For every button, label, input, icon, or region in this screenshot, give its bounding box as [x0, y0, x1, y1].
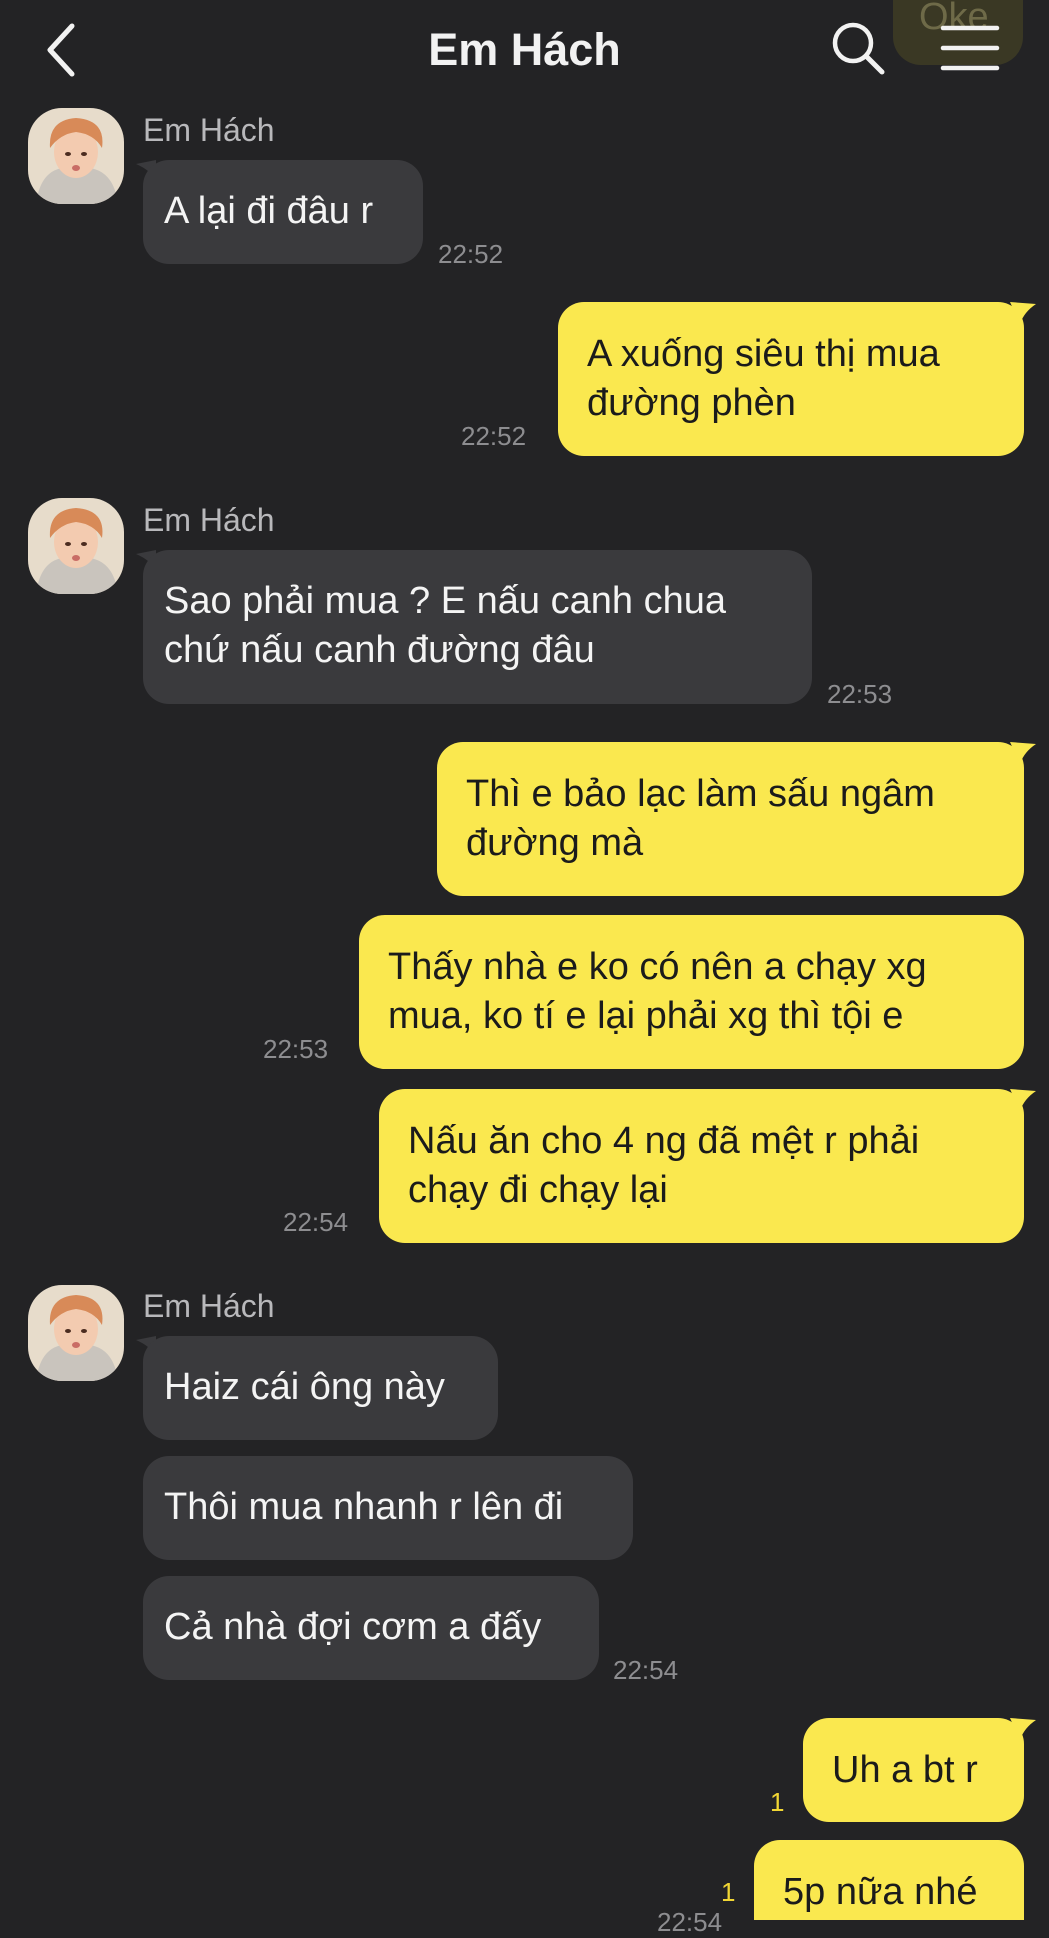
message-line: A xuống siêu thị mua — [587, 333, 940, 375]
avatar[interactable] — [28, 1285, 124, 1381]
message-bubble[interactable]: Thấy nhà e ko có nên a chạy xg mua, ko t… — [359, 915, 1024, 1069]
message-text: Uh a bt r — [832, 1749, 978, 1791]
sender-name: Em Hách — [143, 1288, 275, 1324]
search-button[interactable] — [830, 20, 886, 76]
message-time: 22:52 — [461, 421, 527, 451]
hamburger-menu-icon — [940, 25, 1000, 71]
message-text: Cả nhà đợi cơm a đấy — [164, 1606, 542, 1648]
bubble-tail — [1010, 302, 1036, 324]
message-line: Sao phải mua ? E nấu canh chua — [164, 580, 726, 622]
message-text: Thôi mua nhanh r lên đi — [164, 1486, 564, 1528]
message-line: Nấu ăn cho 4 ng đã mệt r phải — [408, 1120, 920, 1162]
message-text: Haiz cái ông này — [164, 1366, 445, 1408]
bubble-tail — [1010, 1718, 1036, 1740]
sender-name: Em Hách — [143, 502, 275, 538]
message-bubble[interactable]: A xuống siêu thị mua đường phèn — [558, 302, 1024, 456]
unread-count: 1 — [721, 1877, 736, 1907]
avatar[interactable] — [28, 108, 124, 204]
message-time: 22:54 — [613, 1655, 679, 1685]
avatar[interactable] — [28, 498, 124, 594]
message-bubble[interactable]: Cả nhà đợi cơm a đấy — [143, 1576, 599, 1680]
message-bubble[interactable]: Haiz cái ông này — [143, 1336, 498, 1440]
avatar-image — [28, 108, 124, 204]
message-time: 22:54 — [657, 1907, 723, 1937]
message-line: Thấy nhà e ko có nên a chạy xg — [388, 946, 927, 988]
message-bubble[interactable]: 5p nữa nhé — [754, 1840, 1024, 1920]
message-time: 22:53 — [827, 679, 893, 709]
message-time: 22:52 — [438, 239, 504, 269]
message-text: A lại đi đâu r — [164, 190, 374, 232]
message-line: đường phèn — [587, 382, 796, 424]
message-time: 22:53 — [263, 1034, 329, 1064]
message-time: 22:54 — [283, 1207, 349, 1237]
message-text: 5p nữa nhé — [783, 1871, 978, 1913]
sender-name: Em Hách — [143, 112, 275, 148]
message-line: đường mà — [466, 822, 644, 864]
message-bubble[interactable]: A lại đi đâu r — [143, 160, 423, 264]
message-line: mua, ko tí e lại phải xg thì tội e — [388, 995, 904, 1037]
message-bubble[interactable]: Uh a bt r — [803, 1718, 1024, 1822]
message-bubble[interactable]: Thì e bảo lạc làm sấu ngâm đường mà — [437, 742, 1024, 896]
message-line: chứ nấu canh đường đâu — [164, 629, 595, 671]
message-bubble[interactable]: Nấu ăn cho 4 ng đã mệt r phải chạy đi ch… — [379, 1089, 1024, 1243]
avatar-image — [28, 498, 124, 594]
menu-button[interactable] — [940, 22, 1000, 74]
message-bubble[interactable]: Thôi mua nhanh r lên đi — [143, 1456, 633, 1560]
message-bubble[interactable]: Sao phải mua ? E nấu canh chua chứ nấu c… — [143, 550, 812, 704]
chat-title: Em Hách — [428, 24, 621, 75]
message-line: chạy đi chạy lại — [408, 1169, 668, 1211]
bubble-tail — [1010, 742, 1036, 764]
avatar-image — [28, 1285, 124, 1381]
message-line: Thì e bảo lạc làm sấu ngâm — [466, 773, 935, 815]
bubble-tail — [1010, 1089, 1036, 1111]
unread-count: 1 — [770, 1787, 785, 1817]
search-icon — [832, 22, 885, 75]
